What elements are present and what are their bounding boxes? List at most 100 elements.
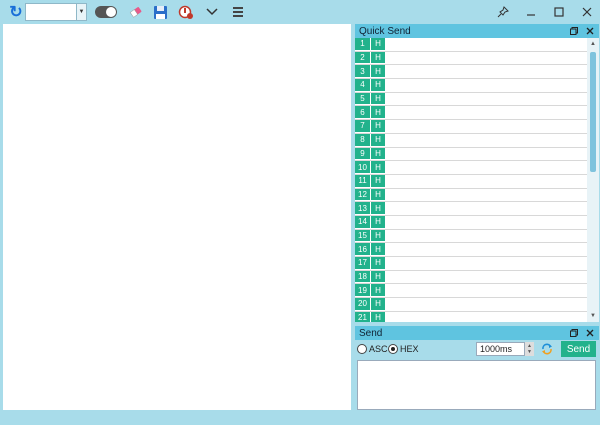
row-command-input[interactable]: [385, 38, 587, 51]
row-command-input[interactable]: [385, 257, 587, 270]
maximize-icon[interactable]: [550, 3, 568, 21]
row-mode-toggle[interactable]: H: [371, 311, 385, 322]
vertical-scrollbar[interactable]: ▲ ▼: [587, 38, 599, 322]
row-command-input[interactable]: [385, 229, 587, 243]
row-number[interactable]: 6: [355, 106, 370, 120]
row-number[interactable]: 11: [355, 174, 370, 188]
row-command-input[interactable]: [385, 243, 587, 256]
close-icon[interactable]: [583, 326, 597, 340]
row-command-input[interactable]: [385, 188, 587, 202]
send-button[interactable]: Send: [561, 341, 596, 357]
close-icon[interactable]: [583, 24, 597, 38]
row-mode-toggle[interactable]: H: [371, 188, 385, 202]
restore-icon[interactable]: [567, 24, 581, 38]
row-number[interactable]: 20: [355, 298, 370, 311]
row-mode-toggle[interactable]: H: [371, 215, 385, 229]
row-mode-toggle[interactable]: H: [371, 147, 385, 161]
row-mode-toggle[interactable]: H: [371, 120, 385, 133]
row-mode-toggle[interactable]: H: [371, 298, 385, 311]
dropdown-arrow-icon[interactable]: ▼: [76, 4, 86, 20]
row-command-input[interactable]: [385, 106, 587, 120]
row-command-input[interactable]: [385, 120, 587, 133]
quick-send-row: 21 H: [355, 311, 587, 322]
quick-send-row: 5H: [355, 92, 587, 107]
row-number[interactable]: 18: [355, 270, 370, 284]
row-number[interactable]: 12: [355, 188, 370, 202]
connect-toggle[interactable]: [95, 6, 117, 18]
row-number[interactable]: 1: [355, 38, 370, 51]
pin-icon[interactable]: [494, 3, 512, 21]
row-number[interactable]: 15: [355, 229, 370, 243]
asc-radio[interactable]: [357, 344, 367, 354]
row-command-input[interactable]: [385, 161, 587, 174]
save-icon[interactable]: [152, 3, 168, 21]
row-command-input[interactable]: [385, 174, 587, 188]
hamburger-menu-icon[interactable]: [230, 3, 246, 21]
row-number[interactable]: 8: [355, 133, 370, 147]
quick-send-title: Quick Send: [359, 25, 411, 37]
row-mode-toggle[interactable]: H: [371, 202, 385, 215]
quick-send-row: 11 H: [355, 174, 587, 189]
refresh-icon[interactable]: ↻: [8, 3, 24, 21]
close-icon[interactable]: [578, 3, 596, 21]
minimize-icon[interactable]: [522, 3, 540, 21]
row-number[interactable]: 13: [355, 202, 370, 215]
quick-send-row: 14 H: [355, 215, 587, 230]
row-command-input[interactable]: [385, 51, 587, 65]
row-number[interactable]: 3: [355, 65, 370, 79]
record-icon[interactable]: [178, 3, 194, 21]
quick-send-row: 16 H: [355, 243, 587, 257]
row-command-input[interactable]: [385, 133, 587, 147]
row-number[interactable]: 9: [355, 147, 370, 161]
row-number[interactable]: 14: [355, 215, 370, 229]
row-mode-toggle[interactable]: H: [371, 38, 385, 51]
row-command-input[interactable]: [385, 79, 587, 92]
row-number[interactable]: 7: [355, 120, 370, 133]
interval-stepper[interactable]: ▲ ▼: [524, 342, 534, 356]
quick-send-row: 9H: [355, 147, 587, 162]
row-command-input[interactable]: [385, 147, 587, 161]
restore-icon[interactable]: [567, 326, 581, 340]
row-number[interactable]: 5: [355, 92, 370, 106]
row-command-input[interactable]: [385, 311, 587, 322]
row-mode-toggle[interactable]: H: [371, 65, 385, 79]
eraser-icon[interactable]: [128, 3, 144, 21]
scroll-down-icon[interactable]: ▼: [587, 310, 599, 322]
receive-text-area[interactable]: [3, 24, 351, 410]
row-command-input[interactable]: [385, 92, 587, 106]
row-mode-toggle[interactable]: H: [371, 92, 385, 106]
row-mode-toggle[interactable]: H: [371, 243, 385, 256]
row-number[interactable]: 17: [355, 257, 370, 270]
hex-radio[interactable]: [388, 344, 398, 354]
row-command-input[interactable]: [385, 270, 587, 284]
send-text-area[interactable]: [357, 360, 596, 410]
row-command-input[interactable]: [385, 298, 587, 311]
port-select[interactable]: ▼: [25, 3, 87, 21]
row-mode-toggle[interactable]: H: [371, 133, 385, 147]
row-number[interactable]: 19: [355, 284, 370, 298]
row-mode-toggle[interactable]: H: [371, 174, 385, 188]
row-mode-toggle[interactable]: H: [371, 106, 385, 120]
row-mode-toggle[interactable]: H: [371, 270, 385, 284]
row-mode-toggle[interactable]: H: [371, 161, 385, 174]
row-mode-toggle[interactable]: H: [371, 257, 385, 270]
row-command-input[interactable]: [385, 215, 587, 229]
row-mode-toggle[interactable]: H: [371, 51, 385, 65]
row-mode-toggle[interactable]: H: [371, 284, 385, 298]
quick-send-panel: Quick Send 1 H 2 H 3 H 4 H 5 H 6 H 7 H 8 H 9 H 10 H 11 H 12 H 13…: [355, 24, 599, 322]
row-command-input[interactable]: [385, 65, 587, 79]
row-number[interactable]: 16: [355, 243, 370, 256]
row-command-input[interactable]: [385, 284, 587, 298]
row-number[interactable]: 21: [355, 311, 370, 322]
chevron-down-icon[interactable]: [204, 3, 220, 21]
scroll-up-icon[interactable]: ▲: [587, 38, 599, 50]
row-number[interactable]: 10: [355, 161, 370, 174]
loop-send-icon[interactable]: [540, 342, 554, 356]
row-number[interactable]: 4: [355, 79, 370, 92]
row-command-input[interactable]: [385, 202, 587, 215]
quick-send-list: 1 H 2 H 3 H 4 H 5 H 6 H 7 H 8 H 9 H 10 H 11 H 12 H 13 H 14 H 15 H 16 H 1…: [355, 38, 587, 322]
row-number[interactable]: 2: [355, 51, 370, 65]
row-mode-toggle[interactable]: H: [371, 79, 385, 92]
row-mode-toggle[interactable]: H: [371, 229, 385, 243]
scrollbar-thumb[interactable]: [590, 52, 596, 172]
